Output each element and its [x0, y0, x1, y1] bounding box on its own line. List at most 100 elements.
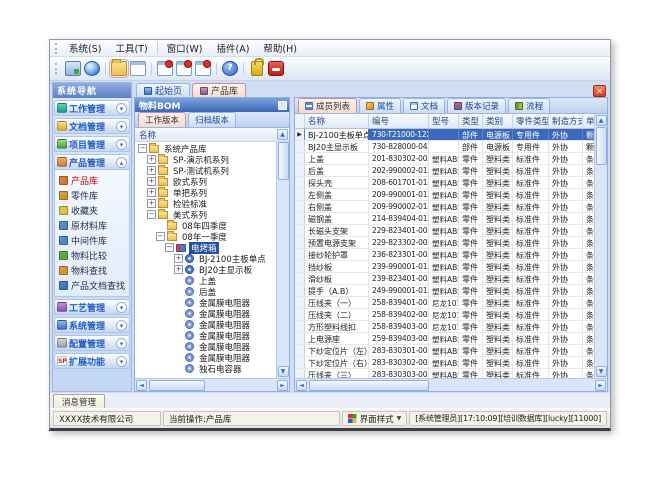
- table-row[interactable]: BJ20主显示板730-828000-04X部件电源板专用件外协颗: [295, 141, 594, 153]
- sidebar-item[interactable]: 中间件库: [59, 233, 129, 248]
- tree-toggle-icon[interactable]: −: [165, 243, 174, 252]
- menu-item[interactable]: 工具(T): [108, 40, 154, 56]
- table-cell[interactable]: 塑料ABS: [429, 165, 459, 176]
- table-cell[interactable]: 塑料类: [483, 285, 513, 296]
- table-cell[interactable]: 塑料类: [483, 189, 513, 200]
- sidebar-item[interactable]: 原材料库: [59, 218, 129, 233]
- tree-node[interactable]: + SP-演示机系列: [135, 154, 276, 165]
- tree-node[interactable]: 金属膜电阻器: [135, 297, 276, 308]
- table-cell[interactable]: 探头壳: [305, 177, 369, 188]
- table-row[interactable]: 压线夹（三）283-830303-00X塑料ABS零件塑料类标准件外协条: [295, 369, 594, 378]
- grid-vertical-scrollbar[interactable]: ▲ ▼: [594, 114, 607, 378]
- table-cell[interactable]: 外协: [549, 261, 583, 272]
- table-cell[interactable]: 外协: [549, 177, 583, 188]
- table-cell[interactable]: 标准件: [513, 357, 549, 368]
- table-cell[interactable]: 外协: [549, 249, 583, 260]
- table-cell[interactable]: 塑料ABS: [429, 213, 459, 224]
- tree-toggle-icon[interactable]: −: [156, 232, 165, 241]
- tree-node[interactable]: 独石电容器: [135, 363, 276, 374]
- table-cell[interactable]: 零件: [459, 237, 483, 248]
- table-cell[interactable]: 外协: [549, 357, 583, 368]
- tree-vscroll-thumb[interactable]: [278, 142, 289, 180]
- table-row[interactable]: 探头壳208-601701-01X塑料ABS零件塑料类标准件外协条: [295, 177, 594, 189]
- table-cell[interactable]: 条: [583, 261, 594, 272]
- column-header[interactable]: 类型: [459, 114, 483, 128]
- table-cell[interactable]: 专用件: [513, 129, 549, 140]
- table-cell[interactable]: 条: [583, 213, 594, 224]
- sidebar-group-header[interactable]: 项目管理 ▾: [54, 136, 130, 152]
- table-cell[interactable]: 209-990001-01X: [369, 189, 429, 200]
- table-cell[interactable]: 条: [583, 165, 594, 176]
- help-icon[interactable]: [222, 61, 238, 76]
- table-cell[interactable]: 条: [583, 369, 594, 378]
- table-cell[interactable]: 标准件: [513, 309, 549, 320]
- column-header[interactable]: 型号: [429, 114, 459, 128]
- table-cell[interactable]: 塑料类: [483, 165, 513, 176]
- tree-node[interactable]: − 美式系列: [135, 209, 276, 220]
- tree-node[interactable]: + 欧式系列: [135, 176, 276, 187]
- menu-item[interactable]: 系统(S): [62, 40, 108, 56]
- tree-node[interactable]: + 单把系列: [135, 187, 276, 198]
- table-cell[interactable]: 塑料类: [483, 225, 513, 236]
- table-cell[interactable]: 塑料ABS: [429, 249, 459, 260]
- table-cell[interactable]: 塑料类: [483, 357, 513, 368]
- table-cell[interactable]: 塑料ABS: [429, 189, 459, 200]
- table-cell[interactable]: 外协: [549, 141, 583, 152]
- table-cell[interactable]: 外协: [549, 237, 583, 248]
- table-cell[interactable]: [429, 141, 459, 152]
- lock-icon[interactable]: [251, 61, 263, 76]
- table-cell[interactable]: 229-823302-00X: [369, 237, 429, 248]
- table-cell[interactable]: 283-830303-00X: [369, 369, 429, 378]
- table-row[interactable]: 提手（A.B）249-990001-01X塑料ABS零件塑料类标准件外协条: [295, 285, 594, 297]
- grid-scroll-right-icon[interactable]: ►: [595, 380, 606, 391]
- table-row[interactable]: 后盖202-990002-01X塑料ABS零件塑料类标准件外协条: [295, 165, 594, 177]
- table-cell[interactable]: 零件: [459, 333, 483, 344]
- table-cell[interactable]: 外协: [549, 345, 583, 356]
- table-cell[interactable]: 尼龙1010: [429, 309, 459, 320]
- table-cell[interactable]: 外协: [549, 165, 583, 176]
- panel-tab[interactable]: 归档版本: [188, 112, 236, 127]
- table-cell[interactable]: 塑料ABS: [429, 345, 459, 356]
- tree-scroll-up-icon[interactable]: ▲: [277, 129, 288, 140]
- table-cell[interactable]: 塑料类: [483, 333, 513, 344]
- computer-icon[interactable]: [65, 61, 81, 76]
- table-cell[interactable]: 条: [583, 249, 594, 260]
- table-cell[interactable]: 条: [583, 201, 594, 212]
- table-cell[interactable]: BJ20主显示板: [305, 141, 369, 152]
- table-cell[interactable]: 零件: [459, 321, 483, 332]
- table-cell[interactable]: 颗: [583, 129, 594, 140]
- table-cell[interactable]: 塑料ABS: [429, 285, 459, 296]
- table-cell[interactable]: 208-601701-01X: [369, 177, 429, 188]
- table-cell[interactable]: 零件: [459, 225, 483, 236]
- sidebar-group-header[interactable]: 产品管理 ▴: [54, 154, 130, 170]
- table-cell[interactable]: 条: [583, 237, 594, 248]
- sidebar-group-header[interactable]: 扩展功能 ▾: [54, 353, 130, 369]
- table-cell[interactable]: 塑料ABS: [429, 261, 459, 272]
- table-cell[interactable]: 730-T21000-12X: [369, 129, 429, 140]
- table-row[interactable]: 滑纱板239-823401-00X塑料ABS零件塑料类标准件外协条: [295, 273, 594, 285]
- tree-node[interactable]: 金属膜电阻器: [135, 352, 276, 363]
- sidebar-group-header[interactable]: 工艺管理 ▾: [54, 299, 130, 315]
- tree-toggle-icon[interactable]: −: [147, 210, 156, 219]
- close-icon[interactable]: ✕: [593, 85, 606, 97]
- sidebar-item[interactable]: 零件库: [59, 188, 129, 203]
- tree-toggle-icon[interactable]: +: [147, 199, 156, 208]
- sidebar-item[interactable]: 产品库: [59, 173, 129, 188]
- table-cell[interactable]: 条: [583, 321, 594, 332]
- table-cell[interactable]: 后盖: [305, 165, 369, 176]
- tree-node[interactable]: + 检验标准: [135, 198, 276, 209]
- window-red-badge-icon-2[interactable]: [176, 61, 192, 76]
- table-cell[interactable]: 标准件: [513, 321, 549, 332]
- table-cell[interactable]: 塑料ABS: [429, 237, 459, 248]
- table-cell[interactable]: 塑料类: [483, 237, 513, 248]
- table-cell[interactable]: 标准件: [513, 285, 549, 296]
- chevron-icon[interactable]: ▾: [116, 320, 127, 331]
- tree-toggle-icon[interactable]: +: [174, 265, 183, 274]
- table-cell[interactable]: 标准件: [513, 249, 549, 260]
- table-cell[interactable]: 塑料类: [483, 201, 513, 212]
- table-cell[interactable]: 标准件: [513, 189, 549, 200]
- table-row[interactable]: 左侧盖209-990001-01X塑料ABS零件塑料类标准件外协条: [295, 189, 594, 201]
- tree-node[interactable]: 金属膜电阻器: [135, 330, 276, 341]
- table-cell[interactable]: 部件: [459, 129, 483, 140]
- table-cell[interactable]: 标准件: [513, 237, 549, 248]
